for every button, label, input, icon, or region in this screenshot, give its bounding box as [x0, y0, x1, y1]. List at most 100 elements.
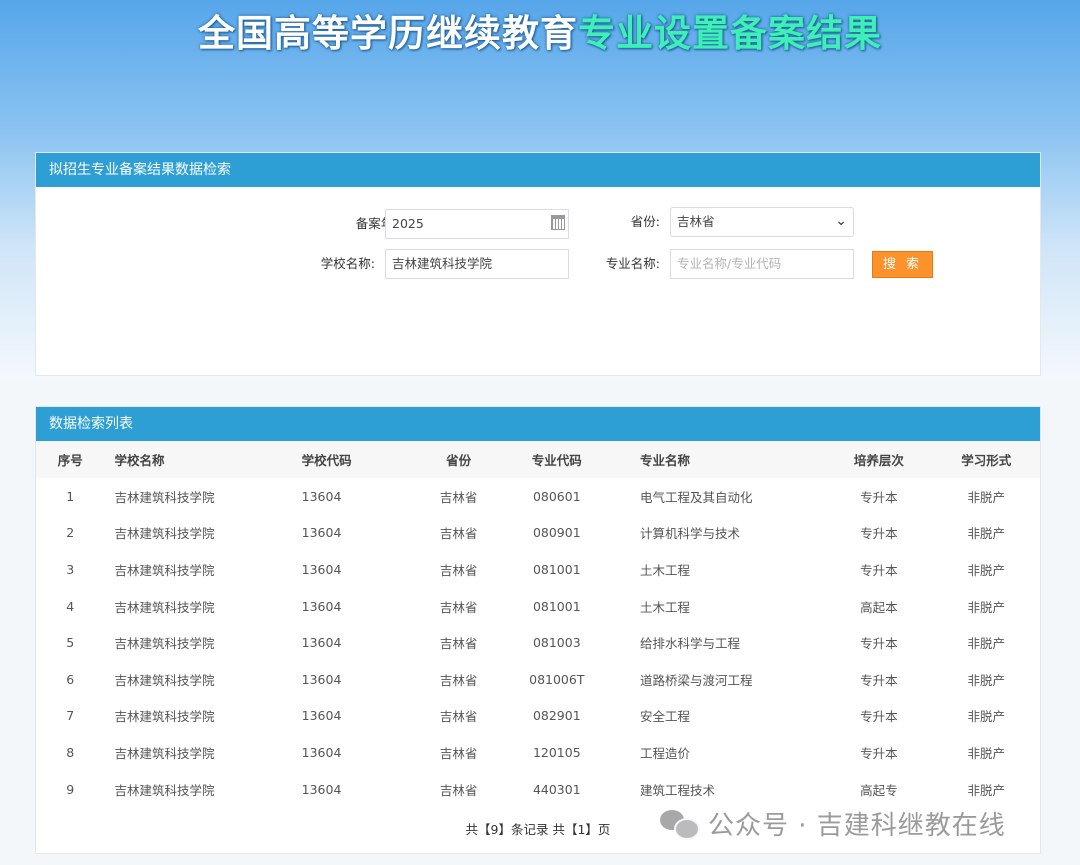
cell-school: 吉林建筑科技学院 — [114, 562, 215, 578]
watermark: 公众号 · 吉建科继教在线 — [658, 803, 1006, 843]
cell-major-code: 120105 — [532, 744, 581, 760]
year-value: 2025 — [392, 216, 424, 231]
table-row[interactable]: 3 吉林建筑科技学院 13604 吉林省 081001 土木工程 专升本 非脱产 — [36, 551, 1040, 588]
cell-province: 吉林省 — [439, 709, 478, 725]
page-title-part1: 全国高等学历继续教育 — [198, 12, 578, 55]
cell-school-code: 13604 — [301, 598, 342, 614]
table-row[interactable]: 8 吉林建筑科技学院 13604 吉林省 120105 工程造价 专升本 非脱产 — [36, 734, 1040, 771]
table-row[interactable]: 9 吉林建筑科技学院 13604 吉林省 440301 建筑工程技术 高起专 非脱产 — [36, 771, 1040, 808]
cell-index: 6 — [66, 671, 75, 687]
cell-school-code: 13604 — [301, 525, 342, 541]
year-field[interactable]: 2025 — [385, 209, 569, 239]
cell-index: 9 — [66, 781, 75, 797]
cell-school: 吉林建筑科技学院 — [114, 782, 215, 798]
cell-province: 吉林省 — [439, 526, 478, 542]
cell-province: 吉林省 — [439, 672, 478, 688]
cell-index: 8 — [66, 744, 75, 760]
cell-study-form: 非脱产 — [967, 636, 1006, 652]
page-title: 全国高等学历继续教育专业设置备案结果 — [0, 8, 1080, 60]
cell-study-form: 非脱产 — [967, 672, 1006, 688]
cell-school-code: 13604 — [301, 744, 342, 760]
cell-school: 吉林建筑科技学院 — [114, 709, 215, 725]
cell-school: 吉林建筑科技学院 — [114, 745, 215, 761]
col-header-major-name[interactable]: 专业名称 — [616, 441, 825, 478]
chevron-down-icon: ⌄ — [835, 213, 847, 229]
province-value: 吉林省 — [677, 214, 715, 229]
province-select[interactable]: 吉林省 ⌄ — [670, 207, 854, 237]
results-table: 序号 学校名称 学校代码 省份 专业代码 专业名称 培养层次 学习形式 1 吉林建… — [36, 441, 1040, 807]
cell-index: 5 — [66, 635, 75, 651]
cell-school-code: 13604 — [301, 781, 342, 797]
cell-level: 高起本 — [860, 599, 898, 615]
cell-school-code: 13604 — [301, 635, 342, 651]
cell-index: 7 — [66, 708, 75, 724]
cell-province: 吉林省 — [439, 636, 478, 652]
search-panel-title: 拟招生专业备案结果数据检索 — [36, 153, 1040, 187]
cell-school: 吉林建筑科技学院 — [114, 599, 215, 615]
cell-school-code: 13604 — [301, 708, 342, 724]
school-name-input[interactable]: 吉林建筑科技学院 — [385, 249, 569, 279]
table-row[interactable]: 2 吉林建筑科技学院 13604 吉林省 080901 计算机科学与技术 专升本 非脱产 — [36, 515, 1040, 552]
watermark-text: 公众号 · 吉建科继教在线 — [708, 810, 1006, 841]
major-label: 专业名称: — [605, 256, 660, 271]
school-label: 学校名称: — [320, 256, 375, 271]
cell-major-name: 计算机科学与技术 — [639, 526, 740, 542]
cell-major-name: 给排水科学与工程 — [639, 636, 740, 652]
col-header-level[interactable]: 培养层次 — [825, 441, 932, 478]
table-row[interactable]: 1 吉林建筑科技学院 13604 吉林省 080601 电气工程及其自动化 专升本 非脱产 — [36, 478, 1040, 515]
cell-school: 吉林建筑科技学院 — [114, 636, 215, 652]
col-header-school[interactable]: 学校名称 — [104, 441, 301, 478]
results-panel-title: 数据检索列表 — [36, 407, 1040, 441]
cell-major-code: 080601 — [532, 488, 581, 504]
calendar-icon[interactable] — [551, 215, 565, 230]
cell-level: 专升本 — [860, 745, 898, 761]
cell-study-form: 非脱产 — [967, 599, 1006, 615]
cell-level: 专升本 — [860, 526, 898, 542]
cell-province: 吉林省 — [439, 745, 478, 761]
col-header-province[interactable]: 省份 — [419, 441, 497, 478]
cell-school: 吉林建筑科技学院 — [114, 672, 215, 688]
col-header-index[interactable]: 序号 — [36, 441, 104, 478]
cell-study-form: 非脱产 — [967, 782, 1006, 798]
table-row[interactable]: 5 吉林建筑科技学院 13604 吉林省 081003 给排水科学与工程 专升本 非脱产 — [36, 624, 1040, 661]
cell-major-name: 土木工程 — [639, 599, 690, 615]
cell-level: 专升本 — [860, 562, 898, 578]
cell-major-name: 工程造价 — [639, 745, 690, 761]
cell-level: 专升本 — [860, 709, 898, 725]
search-button[interactable]: 搜 索 — [872, 251, 933, 278]
cell-level: 专升本 — [860, 636, 898, 652]
cell-level: 专升本 — [860, 489, 898, 505]
cell-study-form: 非脱产 — [967, 562, 1006, 578]
table-row[interactable]: 4 吉林建筑科技学院 13604 吉林省 081001 土木工程 高起本 非脱产 — [36, 588, 1040, 625]
cell-major-name: 建筑工程技术 — [639, 782, 715, 798]
cell-major-name: 电气工程及其自动化 — [639, 489, 753, 505]
cell-major-code: 080901 — [532, 525, 581, 541]
cell-major-code: 082901 — [532, 708, 581, 724]
province-label: 省份: — [630, 214, 660, 229]
cell-study-form: 非脱产 — [967, 745, 1006, 761]
cell-major-code: 081006T — [529, 671, 585, 687]
cell-major-name: 土木工程 — [639, 562, 690, 578]
cell-school-code: 13604 — [301, 671, 342, 687]
wechat-icon — [658, 806, 700, 840]
cell-school-code: 13604 — [301, 561, 342, 577]
table-row[interactable]: 6 吉林建筑科技学院 13604 吉林省 081006T 道路桥梁与渡河工程 专升本 非脱产 — [36, 661, 1040, 698]
cell-province: 吉林省 — [439, 599, 478, 615]
col-header-study-form[interactable]: 学习形式 — [933, 441, 1040, 478]
cell-index: 3 — [66, 561, 75, 577]
major-name-input[interactable]: 专业名称/专业代码 — [670, 249, 854, 279]
cell-school: 吉林建筑科技学院 — [114, 489, 215, 505]
col-header-major-code[interactable]: 专业代码 — [498, 441, 616, 478]
table-header-row: 序号 学校名称 学校代码 省份 专业代码 专业名称 培养层次 学习形式 — [36, 441, 1040, 478]
cell-study-form: 非脱产 — [967, 526, 1006, 542]
cell-school-code: 13604 — [301, 488, 342, 504]
cell-level: 高起专 — [860, 782, 898, 798]
search-panel: 拟招生专业备案结果数据检索 备案年份: 2025 省份: 吉林省 ⌄ 学校名称:… — [35, 152, 1041, 376]
page-title-part2: 专业设置备案结果 — [578, 12, 882, 55]
cell-province: 吉林省 — [439, 562, 478, 578]
cell-major-name: 安全工程 — [639, 709, 690, 725]
cell-province: 吉林省 — [439, 782, 478, 798]
cell-major-code: 081003 — [532, 635, 581, 651]
table-row[interactable]: 7 吉林建筑科技学院 13604 吉林省 082901 安全工程 专升本 非脱产 — [36, 698, 1040, 735]
col-header-school-code[interactable]: 学校代码 — [302, 441, 420, 478]
